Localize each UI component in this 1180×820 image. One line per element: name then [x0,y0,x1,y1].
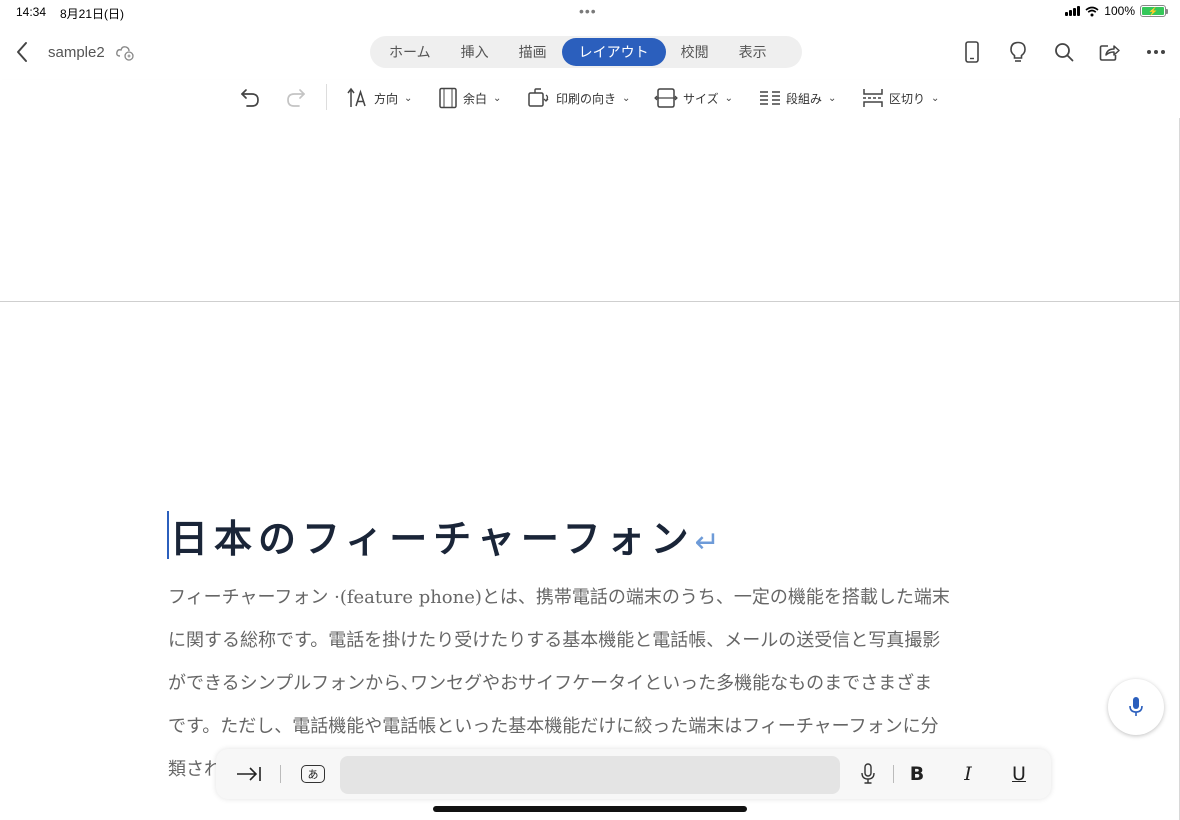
text-direction-icon [347,87,366,107]
status-right: 100% ⚡ [1065,4,1168,18]
margins-label: 余白 [463,91,488,106]
lightbulb-icon [1010,41,1026,62]
columns-icon [760,91,780,105]
redo-button[interactable] [284,83,308,113]
underline-button[interactable]: U [1008,759,1030,789]
chevron-down-icon: ⌄ [724,92,734,104]
microphone-icon [861,763,875,784]
body-line-3[interactable]: ができるシンプルフォンから､ワンセグやおサイフケータイといった多機能なものまでさ… [168,672,1018,696]
layout-ribbon: 方向 ⌄ 余白 ⌄ 印刷の向き ⌄ サイズ ⌄ 段組み ⌄ 区切り ⌄ [0,80,1180,118]
battery-icon: ⚡ [1140,5,1168,17]
margins-icon [439,87,457,109]
dictation-button[interactable] [856,759,880,789]
text-direction-label: 方向 [374,91,399,106]
status-bar: 14:34 8月21日(日) ••• 100% ⚡ [0,0,1180,24]
microphone-icon [1129,697,1143,716]
bar-divider [893,765,894,783]
search-icon [1055,43,1074,62]
bold-button[interactable]: B [906,759,928,789]
tab-draw[interactable]: 描画 [504,38,562,66]
cloud-sync-icon[interactable] [115,42,135,62]
breaks-button[interactable]: 区切り ⌄ [862,83,939,113]
chevron-down-icon: ⌄ [931,92,940,104]
undo-button[interactable] [238,83,262,113]
status-time: 14:34 [16,5,47,19]
back-button[interactable] [10,38,34,66]
text-direction-button[interactable]: 方向 ⌄ [347,83,412,113]
more-options-button[interactable] [1142,38,1170,66]
undo-icon [241,89,259,107]
tab-insert[interactable]: 挿入 [446,38,504,66]
prediction-bar[interactable] [340,756,840,794]
more-horizontal-icon [1147,50,1165,54]
share-icon [1099,45,1120,61]
page-separator [0,301,1180,302]
breaks-label: 区切り [889,91,926,106]
page-size-icon [654,88,678,108]
kana-keyboard-icon: あ [301,765,325,783]
tab-indent-icon [237,767,261,781]
bar-divider [280,765,281,783]
margins-button[interactable]: 余白 ⌄ [438,83,501,113]
columns-button[interactable]: 段組み ⌄ [759,83,836,113]
dictate-button[interactable] [1108,679,1164,735]
wifi-icon [1085,6,1099,16]
search-button[interactable] [1050,38,1078,66]
heading-text: 日本のフィーチャーフォン [170,517,695,561]
ideas-button[interactable] [1004,38,1032,66]
input-mode-button[interactable]: あ [298,759,328,789]
tab-home[interactable]: ホーム [374,38,446,66]
italic-button[interactable]: I [957,759,979,789]
tab-layout[interactable]: レイアウト [561,38,666,66]
tab-key-button[interactable] [234,759,264,789]
chevron-down-icon: ⌄ [404,92,413,104]
body-line-1[interactable]: フィーチャーフォン ·(feature phone)とは、携帯電話の端末のうち、… [168,586,1018,610]
paragraph-mark-icon: ↵ [694,525,720,560]
phone-icon [965,41,979,63]
status-date: 8月21日(日) [60,7,125,21]
size-label: サイズ [683,91,719,106]
chevron-left-icon [17,42,27,62]
chevron-down-icon: ⌄ [622,92,631,104]
orientation-icon [528,88,549,107]
cellular-signal-icon [1065,6,1081,16]
document-name[interactable]: sample2 [48,44,105,61]
header-actions [958,38,1170,66]
ribbon-divider [326,84,327,110]
orientation-button[interactable]: 印刷の向き ⌄ [527,83,630,113]
keyboard-shortcut-bar: あ B I U [216,749,1051,799]
columns-label: 段組み [786,91,823,106]
ribbon-tabs: ホーム 挿入 描画 レイアウト 校閲 表示 [370,36,802,68]
share-button[interactable] [1096,38,1124,66]
page-break-icon [863,89,883,107]
tab-review[interactable]: 校閲 [666,38,724,66]
mobile-view-button[interactable] [958,38,986,66]
redo-icon [287,89,305,107]
title-bar: sample2 ホーム 挿入 描画 レイアウト 校閲 表示 [0,24,1180,80]
size-button[interactable]: サイズ ⌄ [654,83,733,113]
chevron-down-icon: ⌄ [828,92,837,104]
text-cursor [167,511,169,559]
tab-view[interactable]: 表示 [724,38,782,66]
orientation-label: 印刷の向き [556,91,617,106]
multitasking-dots-icon[interactable]: ••• [579,4,597,18]
home-indicator[interactable] [433,806,747,812]
body-line-2[interactable]: に関する総称です。電話を掛けたり受けたりする基本機能と電話帳、メールの送受信と写… [168,629,1018,653]
chevron-down-icon: ⌄ [493,92,502,104]
document-heading[interactable]: 日本のフィーチャーフォン↵ [170,508,720,563]
battery-percent: 100% [1104,4,1135,18]
body-line-4[interactable]: です。ただし、電話機能や電話帳といった基本機能だけに絞った端末はフィーチャーフォ… [168,715,1018,739]
